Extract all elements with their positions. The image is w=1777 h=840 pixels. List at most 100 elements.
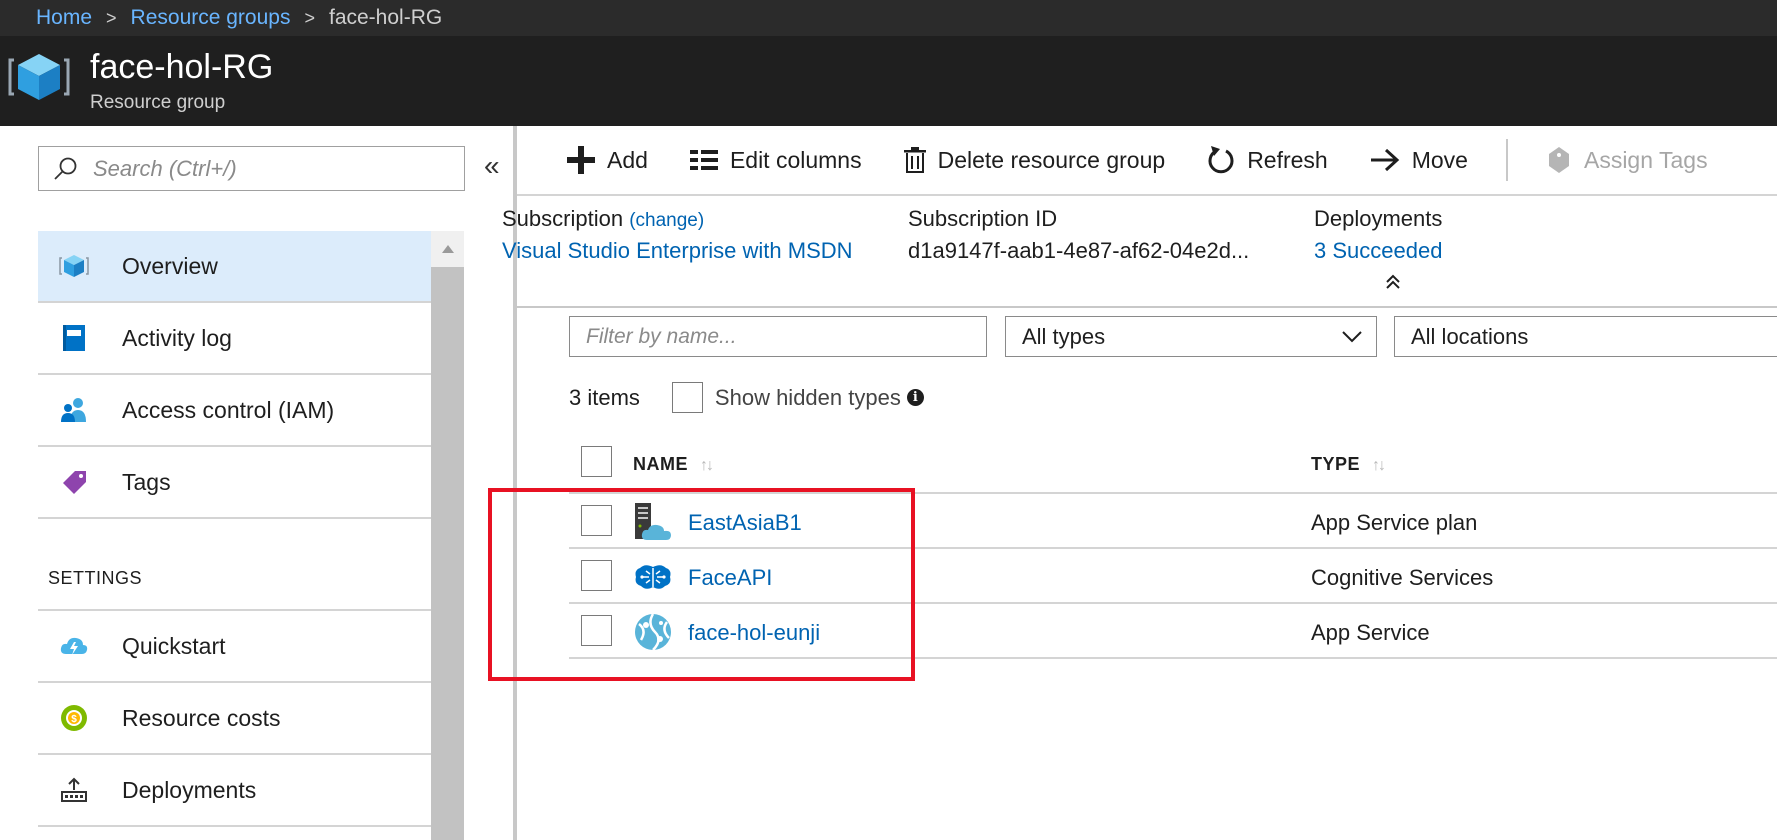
table-row[interactable]: FaceAPI Cognitive Services bbox=[569, 549, 1777, 604]
nav-item-tags[interactable]: Tags bbox=[38, 447, 431, 519]
breadcrumb-separator: > bbox=[106, 7, 117, 28]
filter-by-name-input[interactable] bbox=[586, 324, 976, 349]
sort-arrows-icon[interactable]: ↑↓ bbox=[1372, 457, 1386, 474]
refresh-icon bbox=[1207, 145, 1235, 175]
resource-name-link[interactable]: face-hol-eunji bbox=[688, 620, 820, 646]
name-column-header[interactable]: NAME ↑↓ bbox=[633, 454, 714, 475]
show-hidden-types-checkbox[interactable] bbox=[671, 382, 703, 413]
locations-dropdown[interactable]: All locations bbox=[1394, 316, 1777, 357]
breadcrumb: Home > Resource groups > face-hol-RG bbox=[0, 0, 1777, 36]
refresh-label: Refresh bbox=[1247, 146, 1328, 173]
scroll-up-arrow-icon[interactable] bbox=[431, 231, 464, 267]
list-summary-row: 3 items Show hidden types i bbox=[569, 382, 924, 413]
info-icon[interactable]: i bbox=[906, 389, 924, 406]
search-icon bbox=[54, 157, 77, 180]
move-button[interactable]: Move bbox=[1370, 147, 1468, 174]
tag-icon bbox=[58, 466, 90, 498]
collapse-essentials-icon[interactable] bbox=[1383, 272, 1403, 292]
cloud-bolt-icon bbox=[58, 630, 90, 662]
resource-name-link[interactable]: EastAsiaB1 bbox=[688, 510, 802, 536]
page-subtitle: Resource group bbox=[90, 92, 226, 113]
filter-by-name-box[interactable] bbox=[569, 316, 987, 357]
nav-item-access-control[interactable]: Access control (IAM) bbox=[38, 375, 431, 447]
columns-icon bbox=[689, 150, 718, 170]
select-all-checkbox[interactable] bbox=[581, 446, 612, 477]
subscription-link[interactable]: Visual Studio Enterprise with MSDN bbox=[502, 238, 853, 264]
cognitive-services-brain-icon bbox=[635, 565, 671, 589]
type-column-label: TYPE bbox=[1311, 454, 1361, 474]
types-dropdown[interactable]: All types bbox=[1005, 316, 1377, 357]
upload-icon bbox=[58, 774, 90, 806]
row-checkbox[interactable] bbox=[581, 615, 612, 646]
resources-table: NAME ↑↓ TYPE ↑↓ EastAsiaB1 App Service pla… bbox=[569, 432, 1777, 659]
type-column-header[interactable]: TYPE ↑↓ bbox=[1311, 454, 1386, 475]
move-label: Move bbox=[1411, 146, 1468, 173]
show-hidden-types-label[interactable]: Show hidden types bbox=[715, 385, 901, 411]
nav-item-label: Resource costs bbox=[122, 704, 281, 731]
nav-item-resource-costs[interactable]: $ Resource costs bbox=[38, 683, 431, 755]
table-header-row: NAME ↑↓ TYPE ↑↓ bbox=[569, 432, 1777, 494]
activity-log-icon bbox=[58, 322, 90, 354]
row-checkbox[interactable] bbox=[581, 505, 612, 536]
assign-tags-button[interactable]: Assign Tags bbox=[1546, 146, 1708, 174]
nav-item-label: Overview bbox=[122, 252, 218, 279]
command-bar-separator bbox=[1505, 139, 1508, 181]
svg-text:$: $ bbox=[71, 714, 77, 725]
nav-scrollbar[interactable] bbox=[431, 231, 464, 840]
deployments-field: Deployments 3 Succeeded bbox=[1314, 206, 1442, 264]
subscription-change-link[interactable]: (change) bbox=[629, 210, 704, 231]
sort-arrows-icon[interactable]: ↑↓ bbox=[700, 457, 714, 474]
menu-search-box[interactable] bbox=[38, 146, 465, 191]
chevron-down-icon bbox=[1342, 331, 1362, 343]
resource-type: App Service bbox=[1311, 620, 1430, 645]
deployments-link[interactable]: 3 Succeeded bbox=[1314, 238, 1442, 264]
subscription-id-value: d1a9147f-aab1-4e87-af62-04e2d... bbox=[908, 238, 1250, 263]
main-content: Add Edit columns Delete resource group R… bbox=[502, 126, 1777, 840]
menu-search-input[interactable] bbox=[93, 155, 453, 182]
locations-dropdown-value: All locations bbox=[1411, 323, 1529, 349]
breadcrumb-current: face-hol-RG bbox=[328, 6, 443, 29]
delete-resource-group-button[interactable]: Delete resource group bbox=[903, 146, 1166, 174]
resource-group-cube-icon bbox=[8, 54, 70, 100]
edit-columns-button[interactable]: Edit columns bbox=[689, 147, 862, 174]
nav-item-label: Quickstart bbox=[122, 632, 226, 659]
nav-item-label: Access control (IAM) bbox=[122, 396, 335, 423]
add-button[interactable]: Add bbox=[567, 146, 648, 174]
table-row[interactable]: EastAsiaB1 App Service plan bbox=[569, 494, 1777, 549]
assign-tags-label: Assign Tags bbox=[1583, 146, 1708, 173]
coin-icon: $ bbox=[58, 702, 90, 734]
resource-type: App Service plan bbox=[1311, 510, 1478, 535]
row-checkbox[interactable] bbox=[581, 560, 612, 591]
breadcrumb-home-link[interactable]: Home bbox=[36, 6, 92, 30]
plus-icon bbox=[567, 146, 595, 174]
resource-name-link[interactable]: FaceAPI bbox=[688, 565, 772, 591]
subscription-field: Subscription (change) Visual Studio Ente… bbox=[502, 206, 853, 264]
app-service-plan-icon bbox=[635, 503, 671, 540]
nav-item-deployments[interactable]: Deployments bbox=[38, 755, 431, 827]
left-navigation: « Overview Activi bbox=[0, 126, 515, 840]
collapse-menu-button[interactable]: « bbox=[484, 152, 500, 180]
nav-list: Overview Activity log Access control (IA… bbox=[38, 231, 431, 827]
types-dropdown-value: All types bbox=[1022, 323, 1106, 349]
breadcrumb-resource-groups-link[interactable]: Resource groups bbox=[131, 6, 291, 30]
command-bar: Add Edit columns Delete resource group R… bbox=[517, 126, 1777, 196]
nav-item-activity-log[interactable]: Activity log bbox=[38, 303, 431, 375]
breadcrumb-separator: > bbox=[304, 7, 315, 28]
nav-item-label: Activity log bbox=[122, 324, 232, 351]
delete-resource-group-label: Delete resource group bbox=[937, 146, 1166, 173]
trash-icon bbox=[903, 147, 926, 173]
deployments-label: Deployments bbox=[1314, 206, 1443, 231]
add-button-label: Add bbox=[607, 146, 648, 173]
nav-item-quickstart[interactable]: Quickstart bbox=[38, 611, 431, 683]
nav-item-overview[interactable]: Overview bbox=[38, 231, 431, 303]
nav-item-label: Tags bbox=[122, 468, 171, 495]
refresh-button[interactable]: Refresh bbox=[1207, 145, 1328, 175]
nav-item-label: Deployments bbox=[122, 776, 257, 803]
items-count: 3 items bbox=[569, 384, 640, 410]
subscription-label: Subscription bbox=[502, 206, 624, 231]
subscription-id-field: Subscription ID d1a9147f-aab1-4e87-af62-… bbox=[908, 206, 1249, 264]
users-icon bbox=[58, 394, 90, 426]
overview-cube-icon bbox=[58, 250, 90, 282]
table-row[interactable]: face-hol-eunji App Service bbox=[569, 604, 1777, 659]
tag-icon bbox=[1546, 146, 1572, 174]
